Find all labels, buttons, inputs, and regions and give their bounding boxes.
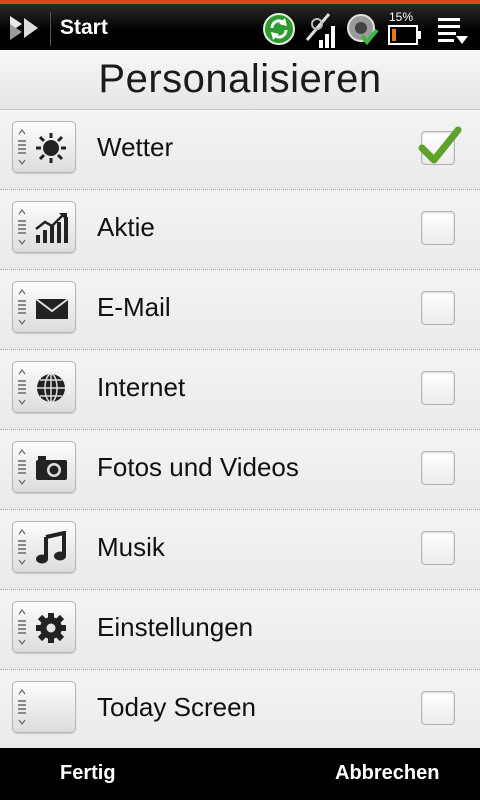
title-area: Personalisieren [0,50,480,110]
drag-grip-icon [18,449,26,485]
list-item-label: Aktie [97,212,155,242]
weather-sun-icon [36,133,66,163]
list-item-label: Internet [97,372,186,402]
softkey-bar: Fertig Abbrechen [0,748,480,800]
drag-handle[interactable] [12,361,76,413]
camera-icon [36,456,67,480]
drag-grip-icon [18,209,26,245]
list-item-label: Wetter [97,132,174,162]
drag-handle[interactable] [12,441,76,493]
volume-icon[interactable] [346,10,380,48]
drag-grip-icon [18,689,26,725]
abbrechen-button[interactable]: Abbrechen [335,762,439,785]
music-note-icon [36,531,66,564]
list-item-today-screen[interactable]: Today Screen [0,670,480,750]
fertig-button[interactable]: Fertig [60,762,116,785]
gear-icon [36,613,66,643]
list-item-wetter[interactable]: Wetter [0,110,480,190]
drag-handle[interactable] [12,601,76,653]
status-bar: Start 15% [0,0,480,50]
aktie-checkbox[interactable] [421,211,455,245]
list-item-musik[interactable]: Musik [0,510,480,590]
musik-checkbox[interactable] [421,531,455,565]
globe-icon [37,373,65,403]
list-item-label: Einstellungen [97,612,254,642]
start-separator [50,12,51,46]
drag-grip-icon [18,129,26,165]
battery-icon [388,25,421,45]
mail-envelope-icon [35,298,69,319]
personalize-list: Wetter Aktie E-Mail Internet Fotos und V… [0,110,480,750]
wetter-checkbox[interactable] [418,126,462,165]
list-item-aktie[interactable]: Aktie [0,190,480,270]
list-item-label: Fotos und Videos [97,452,299,482]
drag-grip-icon [18,289,26,325]
internet-checkbox[interactable] [421,371,455,405]
start-logo-icon[interactable] [4,10,44,46]
sync-icon[interactable] [262,10,296,46]
list-item-label: E-Mail [97,292,171,322]
stocks-chart-icon [35,213,68,243]
drag-grip-icon [18,529,26,565]
drag-handle[interactable] [12,681,76,733]
list-item-einstellungen[interactable]: Einstellungen [0,590,480,670]
list-item-internet[interactable]: Internet [0,350,480,430]
drag-grip-icon [18,609,26,645]
page-title: Personalisieren [98,57,382,101]
drag-grip-icon [18,369,26,405]
start-label[interactable]: Start [60,16,108,40]
list-item-label: Musik [97,532,165,562]
list-item-fotos-und-videos[interactable]: Fotos und Videos [0,430,480,510]
drag-handle[interactable] [12,121,76,173]
drag-handle[interactable] [12,281,76,333]
checkmark-icon [418,126,462,164]
drag-handle[interactable] [12,201,76,253]
list-item-email[interactable]: E-Mail [0,270,480,350]
fotos-und-videos-checkbox[interactable] [421,451,455,485]
drag-handle[interactable] [12,521,76,573]
today-screen-checkbox[interactable] [421,691,455,725]
signal-icon [305,13,335,48]
list-item-label: Today Screen [97,692,256,722]
battery-percent: 15% [389,10,414,24]
menu-icon[interactable] [436,14,470,46]
email-checkbox[interactable] [421,291,455,325]
